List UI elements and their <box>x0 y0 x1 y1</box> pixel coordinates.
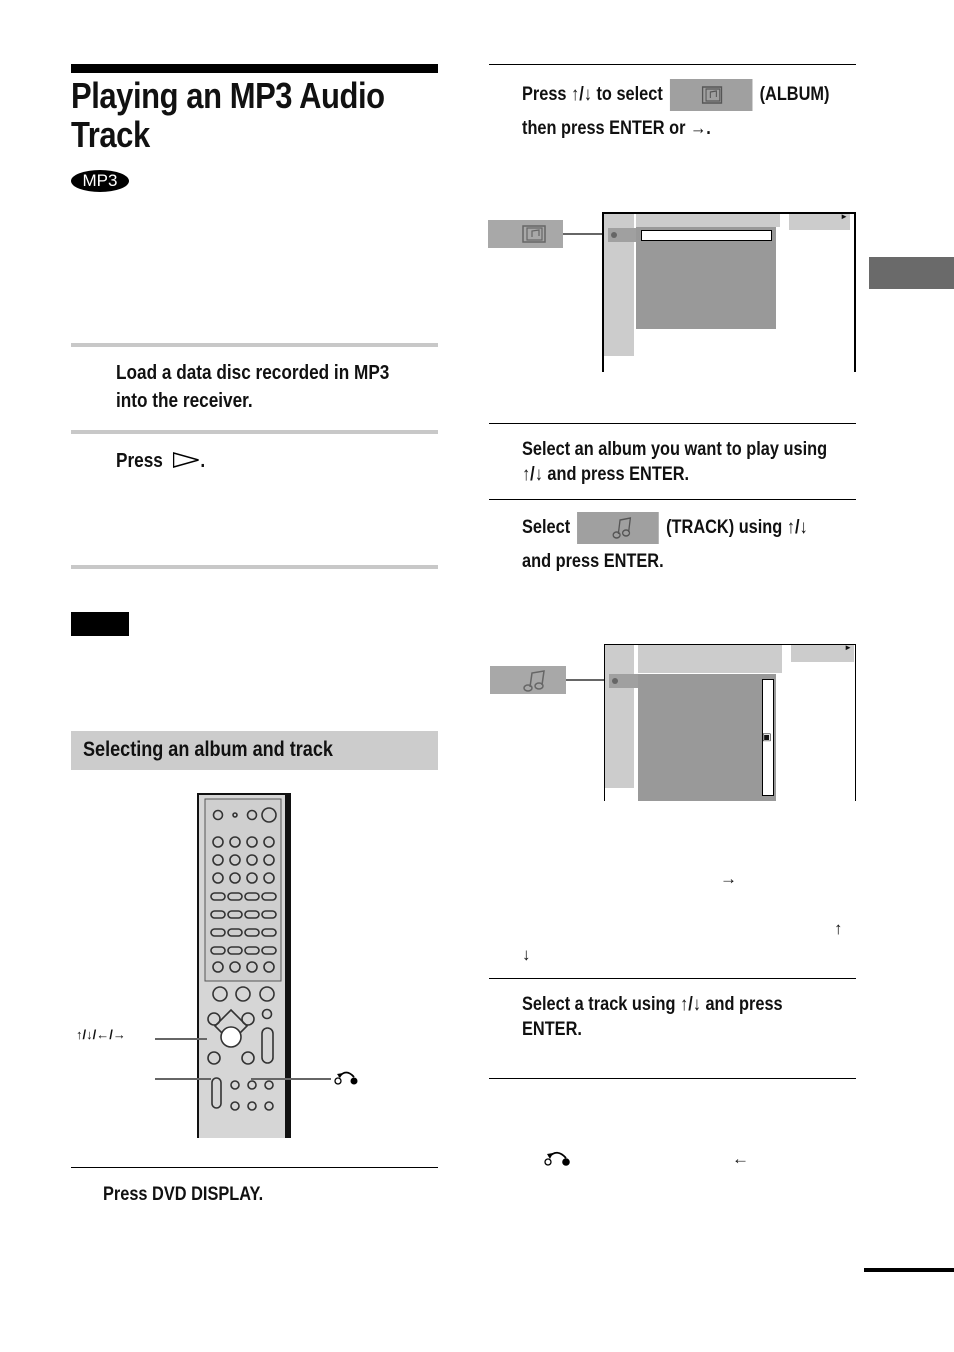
screen-cursor-dot <box>612 678 618 684</box>
step-select-track-icon: Select (TRACK) using ↑/↓ and press ENTER… <box>522 511 808 579</box>
step-text: Press <box>116 450 163 472</box>
album-list-panel <box>636 227 776 329</box>
remote-control-illustration <box>197 793 291 1138</box>
screen-status-bar: ► <box>789 212 850 230</box>
track-icon-label <box>490 666 566 694</box>
page-end-rule <box>864 1268 954 1272</box>
step-text-line: and press ENTER. <box>522 551 664 572</box>
page-title-line-1: Playing an MP3 Audio <box>71 75 385 116</box>
section-heading: Selecting an album and track <box>71 731 438 770</box>
return-icon <box>334 1071 358 1085</box>
mp3-badge: MP3 <box>71 170 129 192</box>
page-title-line-2: Track <box>71 114 150 155</box>
step-divider <box>489 423 856 424</box>
album-icon-label <box>488 220 563 248</box>
down-arrow-icon: ↓ <box>522 945 531 964</box>
track-list-scrollbar[interactable]: ▣ <box>762 679 774 796</box>
track-icon <box>612 517 632 539</box>
track-screen: ► ▣ <box>604 643 856 801</box>
step-press-play: Press . <box>116 447 205 475</box>
step-text-line: Load a data disc recorded in MP3 <box>116 362 390 384</box>
album-icon <box>522 225 546 243</box>
track-icon <box>523 670 545 692</box>
step-select-album: Select an album you want to play using ↑… <box>522 437 827 487</box>
screen-header-bar <box>638 645 782 673</box>
step-select-album-icon: Press ↑/↓ to select (ALBUM) then press E… <box>522 78 829 146</box>
screen-status-bar: ► <box>791 643 854 662</box>
step-divider <box>489 64 856 65</box>
step-text-line: into the receiver. <box>116 390 253 412</box>
step-press-dvd-display: Press DVD DISPLAY. <box>103 1184 264 1205</box>
left-arrow-icon: ← <box>732 1149 749 1168</box>
step-divider <box>71 565 438 569</box>
step-divider <box>71 343 438 347</box>
screen-sidebar <box>605 645 634 788</box>
right-arrow-icon: → <box>720 869 737 888</box>
step-text-line: then press ENTER or →. <box>522 118 711 139</box>
album-list-highlight <box>641 230 772 241</box>
step-text-line: ↑/↓ and press ENTER. <box>522 464 690 485</box>
play-indicator-icon: ► <box>840 212 848 221</box>
section-heading-text: Selecting an album and track <box>83 738 333 761</box>
up-arrow-icon: ↑ <box>834 919 843 938</box>
screen-header-bar <box>636 214 780 227</box>
step-divider <box>71 430 438 434</box>
return-icon <box>544 1151 570 1166</box>
step-load-disc: Load a data disc recorded in MP3 into th… <box>116 359 389 415</box>
callout-line <box>155 1078 211 1080</box>
step-text: (ALBUM) <box>759 84 830 105</box>
callout-line <box>251 1078 331 1080</box>
album-icon <box>701 86 723 104</box>
step-suffix: . <box>200 450 206 472</box>
chapter-tab-marker <box>869 257 954 289</box>
title-rule <box>71 64 438 73</box>
arrow-keys-callout-label: ↑/↓/←/→ <box>76 1027 126 1042</box>
step-text-line: Select a track using ↑/↓ and press <box>522 994 783 1015</box>
step-text: Press ↑/↓ to select <box>522 84 663 105</box>
step-text: (TRACK) using ↑/↓ <box>666 517 808 538</box>
step-text-line: ENTER. <box>522 1019 582 1040</box>
step-text: Select <box>522 517 571 538</box>
callout-line <box>155 1038 207 1040</box>
step-divider <box>489 499 856 500</box>
scroll-thumb-icon[interactable]: ▣ <box>762 733 771 743</box>
step-divider <box>71 1167 438 1168</box>
page-title: Playing an MP3 Audio Track <box>71 76 398 154</box>
play-icon <box>173 452 199 468</box>
step-select-track: Select a track using ↑/↓ and press ENTER… <box>522 992 783 1042</box>
step-text-line: Select an album you want to play using <box>522 439 828 460</box>
screen-cursor-dot <box>611 232 617 238</box>
album-screen: ► <box>602 212 856 372</box>
track-icon-box <box>577 511 659 544</box>
track-list-panel: ▣ <box>638 674 776 801</box>
play-indicator-icon: ► <box>844 643 852 652</box>
step-divider <box>489 1078 856 1079</box>
note-label-box <box>71 612 129 636</box>
step-divider <box>489 978 856 979</box>
album-icon-box <box>669 78 753 111</box>
